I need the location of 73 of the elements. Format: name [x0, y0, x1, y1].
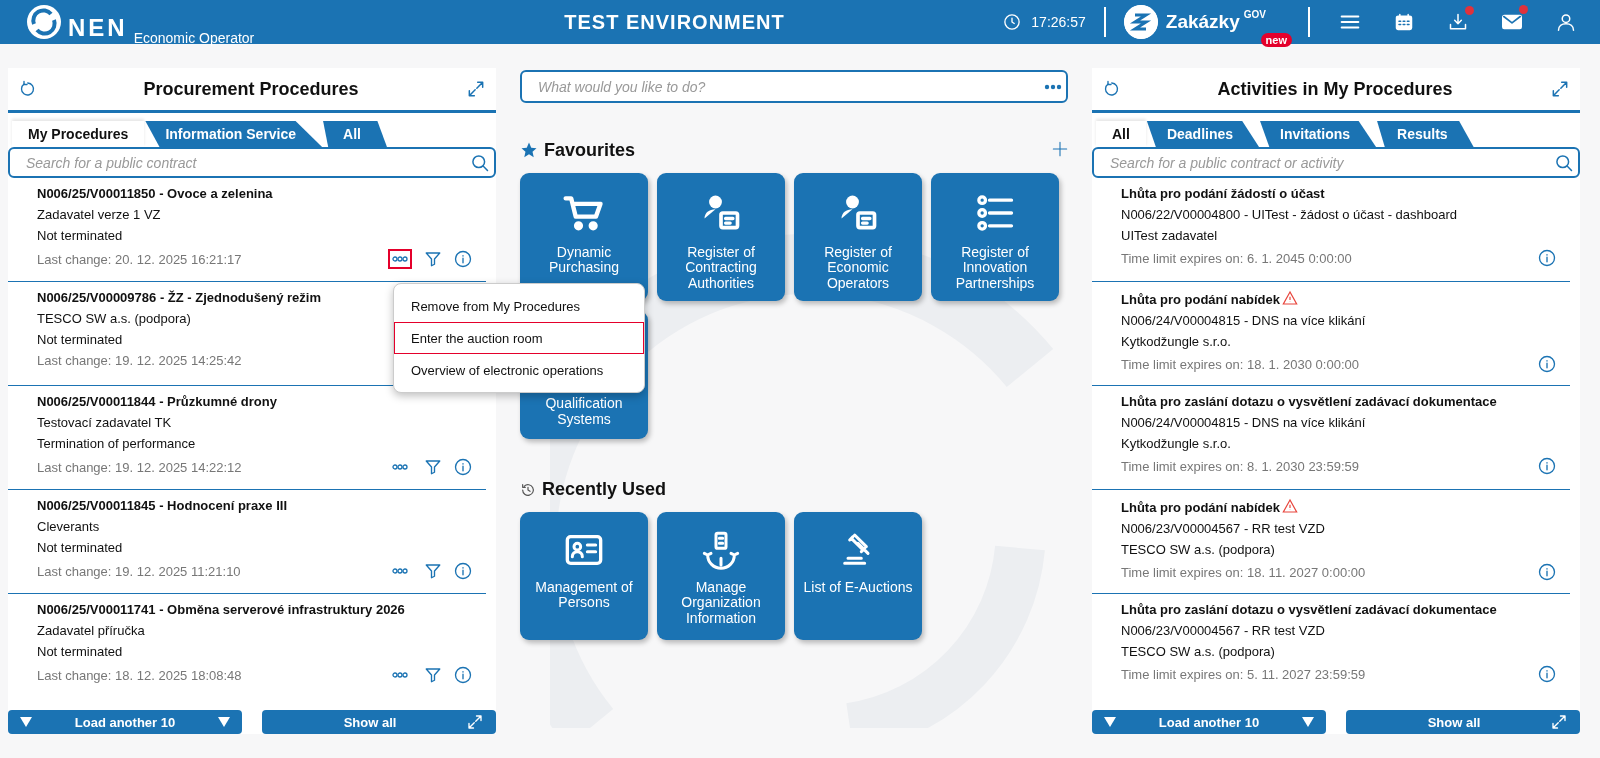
portal-subtitle: Economic Operator — [133, 30, 255, 46]
shortcut-tile[interactable]: Manage Organization Information — [657, 512, 785, 640]
last-change: Last change: 18. 12. 2025 18:08:48 — [37, 667, 242, 683]
contracting-authority: TESCO SW a.s. (podpora) — [1121, 542, 1275, 557]
activity-title[interactable]: Lhůta pro zaslání dotazu o vysvětlení zadávací dokumentace — [1121, 602, 1497, 617]
load-more-button[interactable]: Load another 10 — [8, 710, 242, 734]
tab[interactable]: Invitations — [1260, 121, 1377, 147]
tab[interactable]: Results — [1377, 121, 1474, 147]
procedure-status: Not terminated — [37, 644, 123, 659]
contracting-authority: UITest zadavatel — [1121, 228, 1218, 243]
procedure-status: Not terminated — [37, 228, 123, 243]
contracting-authority: Kytkodžungle s.r.o. — [1121, 436, 1231, 451]
contracting-authority: TESCO SW a.s. (podpora) — [37, 311, 191, 326]
tab[interactable]: My Procedures — [12, 121, 145, 147]
panel-title: Procurement Procedures — [143, 78, 359, 100]
shortcut-tile[interactable]: List of E-Auctions — [794, 512, 922, 640]
search-field[interactable]: Search for a public contract or activity — [1092, 147, 1580, 178]
clock-time: 17:26:57 — [1031, 14, 1086, 30]
tab[interactable]: All — [1096, 121, 1146, 147]
procedure-status: Termination of performance — [37, 436, 196, 451]
procedure-name: N006/24/V00004815 - DNS na více klikání — [1121, 415, 1366, 430]
tab[interactable]: All — [323, 121, 387, 147]
contracting-authority: Kytkodžungle s.r.o. — [1121, 334, 1231, 349]
activity-title[interactable]: Lhůta pro podání nabídek — [1121, 498, 1298, 515]
tab[interactable]: Deadlines — [1146, 121, 1260, 147]
last-change: Last change: 20. 12. 2025 16:21:17 — [37, 251, 242, 267]
last-change: Last change: 19. 12. 2025 14:25:42 — [37, 353, 242, 368]
contracting-authority: TESCO SW a.s. (podpora) — [1121, 644, 1275, 659]
menu-item[interactable]: Overview of electronic operations — [394, 354, 644, 386]
shortcut-tile[interactable]: Management of Persons — [520, 512, 648, 640]
contracting-authority: Zadavatel verze 1 VZ — [37, 207, 161, 222]
gov-label: GOV — [1243, 9, 1266, 20]
procedure-title[interactable]: N006/25/V00011850 - Ovoce a zelenina — [37, 186, 273, 201]
section-title: Recently Used — [542, 479, 667, 500]
shortcut-tile[interactable]: Register of Innovation Partnerships — [931, 173, 1059, 301]
procedure-title[interactable]: N006/25/V00009786 - ŽZ - Zjednodušený režim — [37, 290, 321, 305]
procedure-name: N006/24/V00004815 - DNS na více klikání — [1121, 313, 1366, 328]
new-badge: new — [1260, 33, 1292, 47]
time-limit: Time limit expires on: 5. 11. 2027 23:59:59 — [1121, 666, 1366, 682]
search-field[interactable]: Search for a public contract — [8, 147, 496, 178]
environment-label: TEST ENVIRONMENT — [564, 10, 786, 34]
time-limit: Time limit expires on: 6. 1. 2045 0:00:00 — [1121, 250, 1352, 266]
contracting-authority: Testovací zadavatel TK — [37, 415, 172, 430]
shortcut-tile[interactable]: Register of Economic Operators — [794, 173, 922, 301]
activity-title[interactable]: Lhůta pro zaslání dotazu o vysvětlení zadávací dokumentace — [1121, 394, 1497, 409]
activity-title[interactable]: Lhůta pro podání žádostí o účast — [1121, 186, 1325, 201]
section-title: Favourites — [544, 139, 636, 161]
time-limit: Time limit expires on: 18. 11. 2027 0:00:00 — [1121, 564, 1366, 580]
procedure-title[interactable]: N006/25/V00011741 - Obměna serverové infrastruktury 2026 — [37, 602, 405, 617]
action-search-field[interactable]: What would you like to do? — [520, 70, 1068, 103]
procedure-title[interactable]: N006/25/V00011845 - Hodnocení praxe III — [37, 498, 288, 513]
time-limit: Time limit expires on: 18. 1. 2030 0:00:00 — [1121, 356, 1359, 372]
procedure-name: N006/23/V00004567 - RR test VZD — [1121, 623, 1325, 638]
contracting-authority: Cleverants — [37, 519, 100, 534]
load-more-button[interactable]: Load another 10 — [1092, 710, 1326, 734]
panel-title: Activities in My Procedures — [1217, 78, 1453, 100]
show-all-button[interactable]: Show all — [262, 710, 496, 734]
procedure-name: N006/22/V00004800 - UITest - žádost o účast - dashboard — [1121, 207, 1458, 222]
time-limit: Time limit expires on: 8. 1. 2030 23:59:59 — [1121, 458, 1359, 474]
last-change: Last change: 19. 12. 2025 14:22:12 — [37, 459, 242, 475]
procedure-status: Not terminated — [37, 332, 123, 347]
procedure-status: Not terminated — [37, 540, 123, 555]
procedure-name: N006/23/V00004567 - RR test VZD — [1121, 521, 1325, 536]
last-change: Last change: 19. 12. 2025 11:21:10 — [37, 563, 241, 579]
activity-title[interactable]: Lhůta pro podání nabídek — [1121, 290, 1298, 307]
zakazky-name: Zakázky — [1165, 11, 1240, 33]
shortcut-tile[interactable]: Register of Contracting Authorities — [657, 173, 785, 301]
contracting-authority: Zadavatel příručka — [37, 623, 145, 638]
menu-item[interactable]: Enter the auction room — [394, 322, 644, 354]
logo-text: NEN — [68, 16, 128, 40]
tab[interactable]: Information Service — [145, 121, 323, 147]
show-all-button[interactable]: Show all — [1346, 710, 1580, 734]
procedure-title[interactable]: N006/25/V00011844 - Průzkumné drony — [37, 394, 277, 409]
